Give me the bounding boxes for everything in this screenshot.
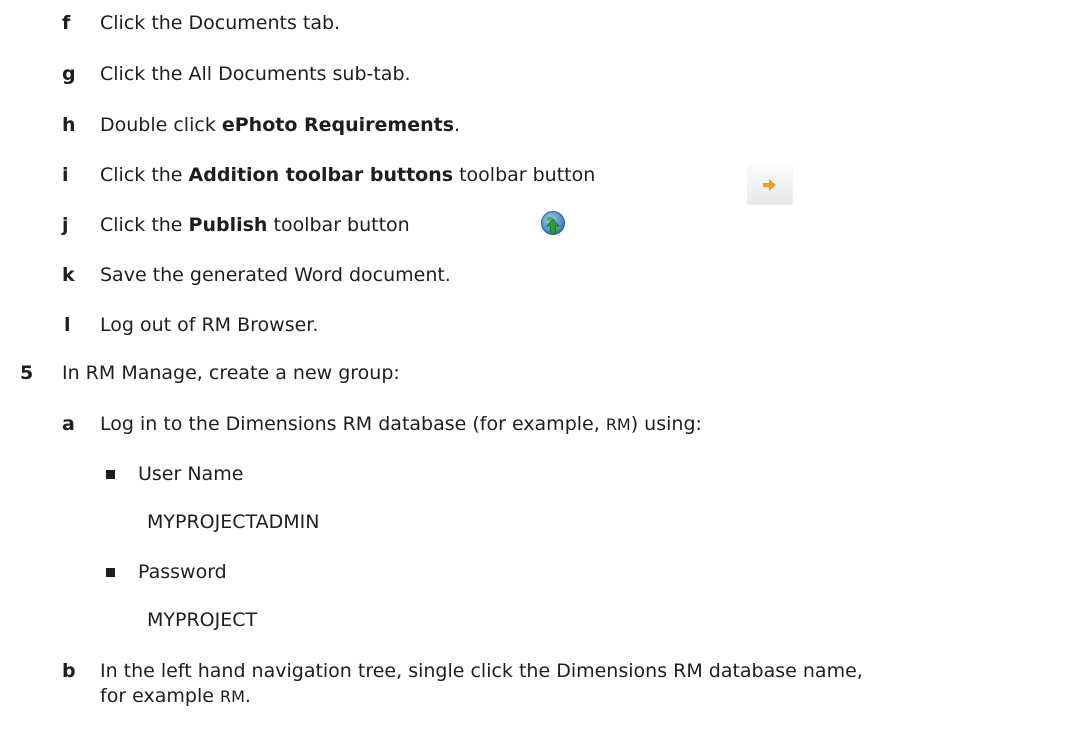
password-value: MYPROJECT [147, 609, 258, 631]
step-h-post: . [454, 114, 461, 136]
step-label-k: k [62, 264, 75, 286]
step-a-text: Log in to the Dimensions RM database (fo… [100, 412, 702, 437]
step-label-a: a [62, 413, 75, 435]
step-h-bold: ePhoto Requirements [221, 114, 455, 136]
step-label-b: b [62, 660, 76, 682]
step-a-post: ) using: [630, 413, 702, 435]
step-h-pre: Double click [100, 114, 222, 136]
step-text-i: Click the Addition toolbar buttons toolb… [100, 163, 595, 187]
password-label: Password [138, 561, 227, 583]
step-label-h: h [62, 114, 76, 136]
step-b-post: . [244, 685, 251, 707]
step-label-i: i [62, 164, 69, 186]
step-5-text: In RM Manage, create a new group: [62, 362, 400, 384]
step-b-code: RM [219, 687, 245, 706]
step-text-j: Click the Publish toolbar button [100, 213, 410, 237]
step-b-line2: for example RM. [100, 684, 251, 709]
step-i-bold: Addition toolbar buttons [188, 164, 454, 186]
publish-globe-icon [540, 210, 566, 238]
step-b-line1: In the left hand navigation tree, single… [100, 660, 863, 682]
addition-arrow-icon [747, 165, 793, 205]
bullet-icon [106, 470, 115, 479]
step-text-h: Double click ePhoto Requirements. [100, 113, 460, 137]
step-text-f: Click the Documents tab. [100, 12, 341, 34]
step-a-pre: Log in to the Dimensions RM database (fo… [100, 413, 606, 435]
step-text-g: Click the All Documents sub-tab. [100, 63, 411, 85]
step-label-l: l [64, 314, 71, 336]
step-i-post: toolbar button [453, 164, 596, 186]
user-name-label: User Name [138, 463, 244, 485]
step-label-g: g [62, 63, 76, 85]
step-j-bold: Publish [188, 214, 268, 236]
step-text-k: Save the generated Word document. [100, 264, 451, 286]
step-label-f: f [62, 12, 71, 34]
step-a-code: RM [605, 415, 631, 434]
user-name-value: MYPROJECTADMIN [147, 511, 320, 533]
step-j-pre: Click the [100, 214, 189, 236]
step-number-5: 5 [20, 362, 34, 384]
step-i-pre: Click the [100, 164, 189, 186]
step-b-pre: for example [100, 685, 220, 707]
bullet-icon [106, 568, 115, 577]
step-j-post: toolbar button [267, 214, 410, 236]
step-label-j: j [62, 214, 69, 236]
step-text-l: Log out of RM Browser. [100, 314, 319, 336]
